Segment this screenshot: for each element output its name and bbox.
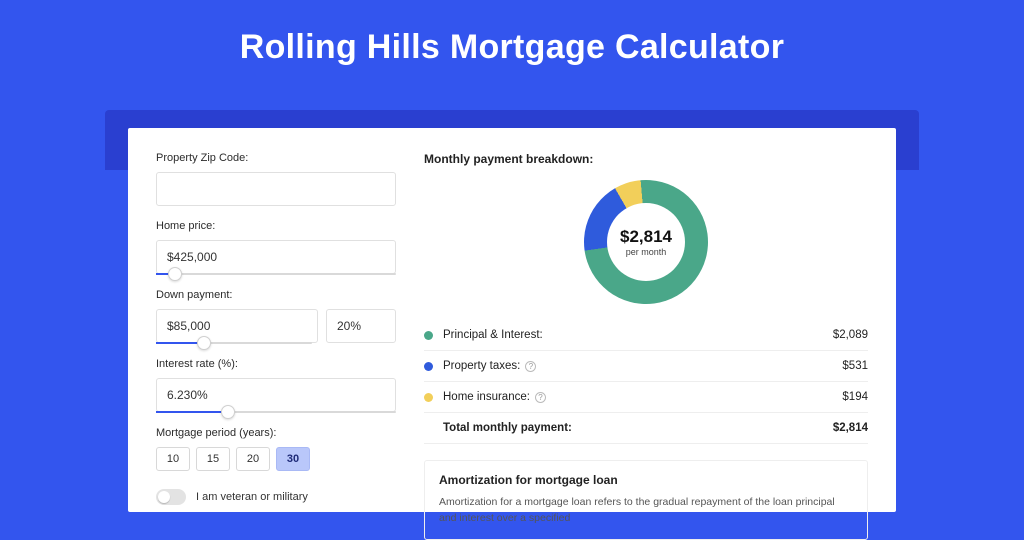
interest-rate-slider[interactable] bbox=[156, 411, 396, 413]
legend-principal-interest: Principal & Interest: $2,089 bbox=[424, 320, 868, 351]
down-payment-pct-input[interactable] bbox=[326, 309, 396, 343]
period-option-30[interactable]: 30 bbox=[276, 447, 310, 471]
calculator-card: Property Zip Code: Home price: Down paym… bbox=[128, 128, 896, 512]
down-payment-slider-thumb[interactable] bbox=[197, 336, 211, 350]
donut-ring: $2,814 per month bbox=[561, 157, 730, 326]
legend-property-taxes: Property taxes: ? $531 bbox=[424, 351, 868, 382]
legend-text: Property taxes: bbox=[443, 360, 520, 372]
dot-icon bbox=[424, 331, 433, 340]
form-column: Property Zip Code: Home price: Down paym… bbox=[156, 152, 396, 512]
legend-amount: $2,089 bbox=[833, 329, 868, 341]
breakdown-donut-chart: $2,814 per month bbox=[424, 174, 868, 320]
interest-rate-input[interactable] bbox=[156, 378, 396, 412]
field-mortgage-period: Mortgage period (years): 10 15 20 30 bbox=[156, 427, 396, 471]
field-zip: Property Zip Code: bbox=[156, 152, 396, 206]
interest-rate-slider-thumb[interactable] bbox=[221, 405, 235, 419]
down-payment-slider[interactable] bbox=[156, 342, 312, 344]
dot-icon bbox=[424, 393, 433, 402]
amortization-box: Amortization for mortgage loan Amortizat… bbox=[424, 460, 868, 540]
legend-label: Principal & Interest: bbox=[443, 329, 833, 341]
field-down-payment: Down payment: bbox=[156, 289, 396, 344]
zip-label: Property Zip Code: bbox=[156, 152, 396, 164]
mortgage-period-label: Mortgage period (years): bbox=[156, 427, 396, 439]
legend-label: Property taxes: ? bbox=[443, 360, 842, 372]
zip-input[interactable] bbox=[156, 172, 396, 206]
breakdown-title: Monthly payment breakdown: bbox=[424, 152, 868, 166]
donut-center-sub: per month bbox=[626, 247, 667, 257]
legend-text: Principal & Interest: bbox=[443, 329, 543, 341]
veteran-label: I am veteran or military bbox=[196, 491, 308, 503]
down-payment-label: Down payment: bbox=[156, 289, 396, 301]
period-option-10[interactable]: 10 bbox=[156, 447, 190, 471]
legend-total-label: Total monthly payment: bbox=[443, 422, 833, 434]
field-veteran: I am veteran or military bbox=[156, 489, 396, 505]
page-title: Rolling Hills Mortgage Calculator bbox=[0, 0, 1024, 87]
legend-label: Home insurance: ? bbox=[443, 391, 842, 403]
donut-hole: $2,814 per month bbox=[607, 203, 685, 281]
home-price-slider[interactable] bbox=[156, 273, 396, 275]
field-interest-rate: Interest rate (%): bbox=[156, 358, 396, 413]
legend-text: Home insurance: bbox=[443, 391, 530, 403]
period-option-15[interactable]: 15 bbox=[196, 447, 230, 471]
legend-amount: $194 bbox=[842, 391, 868, 403]
period-option-20[interactable]: 20 bbox=[236, 447, 270, 471]
amortization-title: Amortization for mortgage loan bbox=[439, 473, 853, 487]
mortgage-period-options: 10 15 20 30 bbox=[156, 447, 396, 471]
legend-total-amount: $2,814 bbox=[833, 422, 868, 434]
veteran-toggle[interactable] bbox=[156, 489, 186, 505]
breakdown-column: Monthly payment breakdown: $2,814 per mo… bbox=[424, 152, 868, 512]
legend-amount: $531 bbox=[842, 360, 868, 372]
info-icon[interactable]: ? bbox=[525, 361, 536, 372]
info-icon[interactable]: ? bbox=[535, 392, 546, 403]
legend-total: Total monthly payment: $2,814 bbox=[424, 413, 868, 444]
home-price-input[interactable] bbox=[156, 240, 396, 274]
legend-home-insurance: Home insurance: ? $194 bbox=[424, 382, 868, 413]
amortization-body: Amortization for a mortgage loan refers … bbox=[439, 495, 853, 527]
down-payment-amount-input[interactable] bbox=[156, 309, 318, 343]
home-price-label: Home price: bbox=[156, 220, 396, 232]
donut-center-value: $2,814 bbox=[620, 227, 672, 247]
field-home-price: Home price: bbox=[156, 220, 396, 275]
interest-rate-label: Interest rate (%): bbox=[156, 358, 396, 370]
home-price-slider-thumb[interactable] bbox=[168, 267, 182, 281]
dot-icon bbox=[424, 362, 433, 371]
